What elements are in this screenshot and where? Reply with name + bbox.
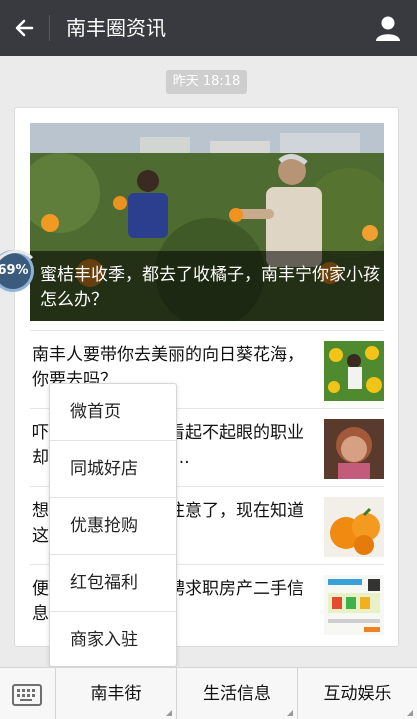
menu-item-merchant-join[interactable]: 商家入驻 xyxy=(50,612,176,669)
tangerine-photo-icon xyxy=(324,497,384,557)
tab-label: 互动娱乐 xyxy=(323,684,392,704)
tab-nanfeng-street[interactable]: 南丰街 xyxy=(56,668,177,719)
woman-photo-icon xyxy=(324,419,384,479)
menu-item-local-shops[interactable]: 同城好店 xyxy=(50,441,176,498)
floating-progress-badge[interactable]: 69% xyxy=(0,250,40,292)
user-profile-icon[interactable] xyxy=(373,13,403,43)
tab-label: 南丰街 xyxy=(90,684,142,704)
hero-title[interactable]: 蜜桔丰收季，都去了收橘子，南丰宁你家小孩怎么办？ xyxy=(40,263,380,313)
submenu-indicator-icon xyxy=(287,710,293,716)
poster-photo-icon xyxy=(324,575,384,635)
top-bar: 南丰圈资讯 xyxy=(0,0,417,56)
keyboard-toggle-button[interactable] xyxy=(0,668,56,719)
sunflower-photo-icon xyxy=(324,341,384,401)
tab-interactive-fun[interactable]: 互动娱乐 xyxy=(298,668,417,719)
hero-article[interactable]: 蜜桔丰收季，都去了收橘子，南丰宁你家小孩怎么办？ xyxy=(30,123,384,321)
page-title: 南丰圈资讯 xyxy=(66,16,166,40)
message-timestamp: 昨天 18:18 xyxy=(166,70,247,94)
menu-item-deals[interactable]: 优惠抢购 xyxy=(50,498,176,555)
keyboard-icon xyxy=(12,684,42,706)
popup-menu: 微首页 同城好店 优惠抢购 红包福利 商家入驻 xyxy=(49,383,177,667)
tab-life-info[interactable]: 生活信息 xyxy=(177,668,298,719)
menu-item-red-packet[interactable]: 红包福利 xyxy=(50,555,176,612)
bottom-menu-bar: 南丰街 生活信息 互动娱乐 xyxy=(0,667,417,719)
header-divider xyxy=(49,15,50,41)
submenu-indicator-icon xyxy=(166,710,172,716)
back-arrow-icon[interactable] xyxy=(10,13,40,43)
tab-label: 生活信息 xyxy=(203,684,271,704)
submenu-indicator-icon xyxy=(407,710,413,716)
menu-item-home[interactable]: 微首页 xyxy=(50,384,176,441)
